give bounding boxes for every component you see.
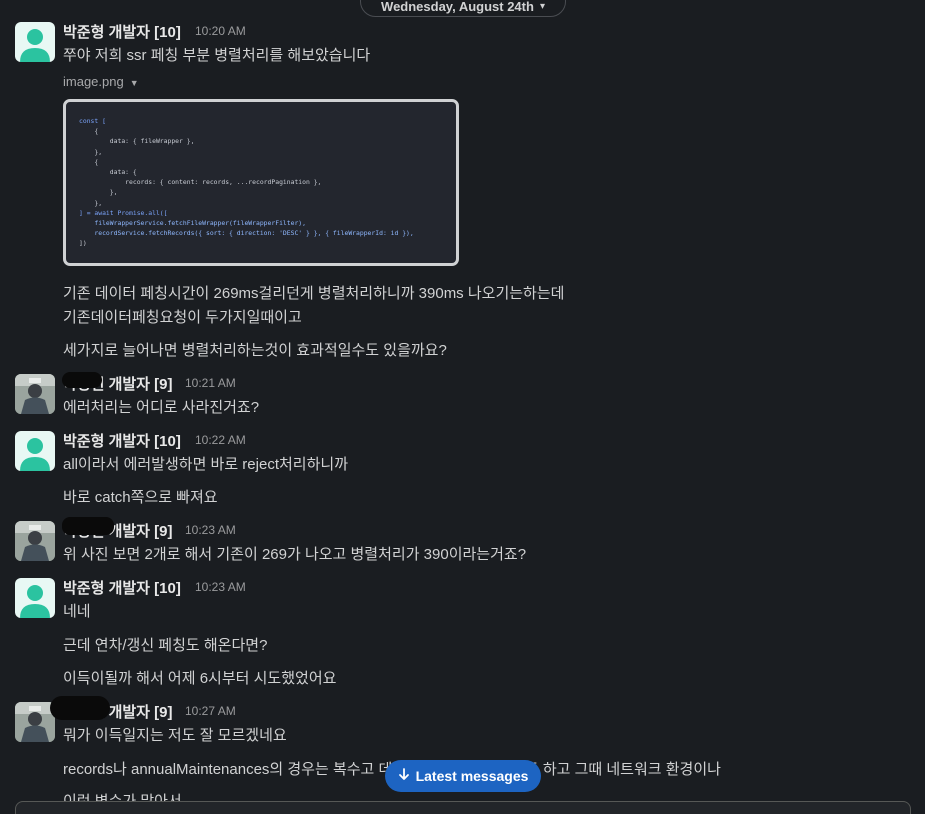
chevron-down-icon: ▾ (539, 1, 545, 12)
timestamp[interactable]: 10:20 AM (195, 24, 246, 38)
code-line: { (79, 157, 99, 166)
code-line: ] = await Promise.all([ (79, 208, 168, 217)
redaction-mark (50, 696, 110, 720)
avatar[interactable] (15, 431, 55, 471)
code-line: recordService.fetchRecords({ sort: { dir… (79, 229, 414, 238)
latest-messages-label: Latest messages (415, 768, 529, 784)
message-text: 기존데이터페칭요청이 두가지일때이고 (63, 309, 302, 326)
code-line: const [ (79, 117, 106, 125)
sender-name[interactable]: 박준형 개발자 [10] (63, 577, 181, 598)
timestamp[interactable]: 10:22 AM (195, 433, 246, 447)
attachment-name[interactable]: image.png ▼ (63, 74, 139, 89)
code-line: data: { fileWrapper }, (79, 137, 195, 146)
avatar[interactable] (15, 22, 55, 62)
avatar[interactable] (15, 374, 55, 414)
message-text: 세가지로 늘어나면 병렬처리하는것이 효과적일수도 있을까요? (63, 342, 447, 359)
redaction-mark (62, 517, 114, 535)
message-text: 기존 데이터 페칭시간이 269ms걸리던게 병렬처리하니까 390ms 나오기… (63, 285, 565, 302)
message-text: 근데 연차/갱신 페칭도 해온다면? (63, 637, 268, 654)
message-text: 에러처리는 어디로 사라진거죠? (63, 399, 260, 416)
message-text: 위 사진 보면 2개로 해서 기존이 269가 나오고 병렬처리가 390이라는… (63, 546, 527, 563)
timestamp[interactable]: 10:23 AM (185, 523, 236, 537)
message-composer[interactable] (15, 801, 911, 814)
message-text: 쭈야 저희 ssr 페칭 부분 병렬처리를 해보았습니다 (63, 47, 371, 64)
code-line: records: { content: records, ...recordPa… (79, 178, 322, 187)
code-line: }, (79, 147, 103, 156)
attachment-filename: image.png (63, 74, 124, 89)
arrow-down-icon (398, 768, 410, 784)
sender-name[interactable]: 박준형 개발자 [10] (63, 21, 181, 42)
code-line: fileWrapperService.fetchFileWrapper(file… (79, 219, 307, 228)
code-line: }, (79, 198, 103, 207)
date-divider-label: Wednesday, August 24th (381, 0, 534, 14)
latest-messages-button[interactable]: Latest messages (385, 760, 541, 792)
code-line: ]) (79, 239, 87, 248)
message-text: 네네 (63, 603, 91, 620)
code-line: { (79, 127, 99, 136)
avatar[interactable] (15, 521, 55, 561)
redaction-mark (62, 372, 102, 388)
message-text: 이득이될까 해서 어제 6시부터 시도했었어요 (63, 670, 337, 687)
date-divider[interactable]: Wednesday, August 24th ▾ (360, 0, 566, 17)
caret-down-icon[interactable]: ▼ (130, 78, 139, 88)
timestamp[interactable]: 10:27 AM (185, 704, 236, 718)
message-text: 뭐가 이득일지는 저도 잘 모르겠네요 (63, 727, 287, 744)
avatar[interactable] (15, 702, 55, 742)
message-text: 바로 catch쪽으로 빠져요 (63, 489, 218, 506)
code-line: }, (79, 188, 118, 197)
sender-name[interactable]: 박준형 개발자 [10] (63, 430, 181, 451)
timestamp[interactable]: 10:21 AM (185, 376, 236, 390)
code-line: data: { (79, 168, 137, 177)
timestamp[interactable]: 10:23 AM (195, 580, 246, 594)
avatar[interactable] (15, 578, 55, 618)
message-text: all이라서 에러발생하면 바로 reject처리하니까 (63, 456, 348, 473)
attachment-image[interactable]: const [ { data: { fileWrapper }, }, { da… (63, 99, 459, 266)
